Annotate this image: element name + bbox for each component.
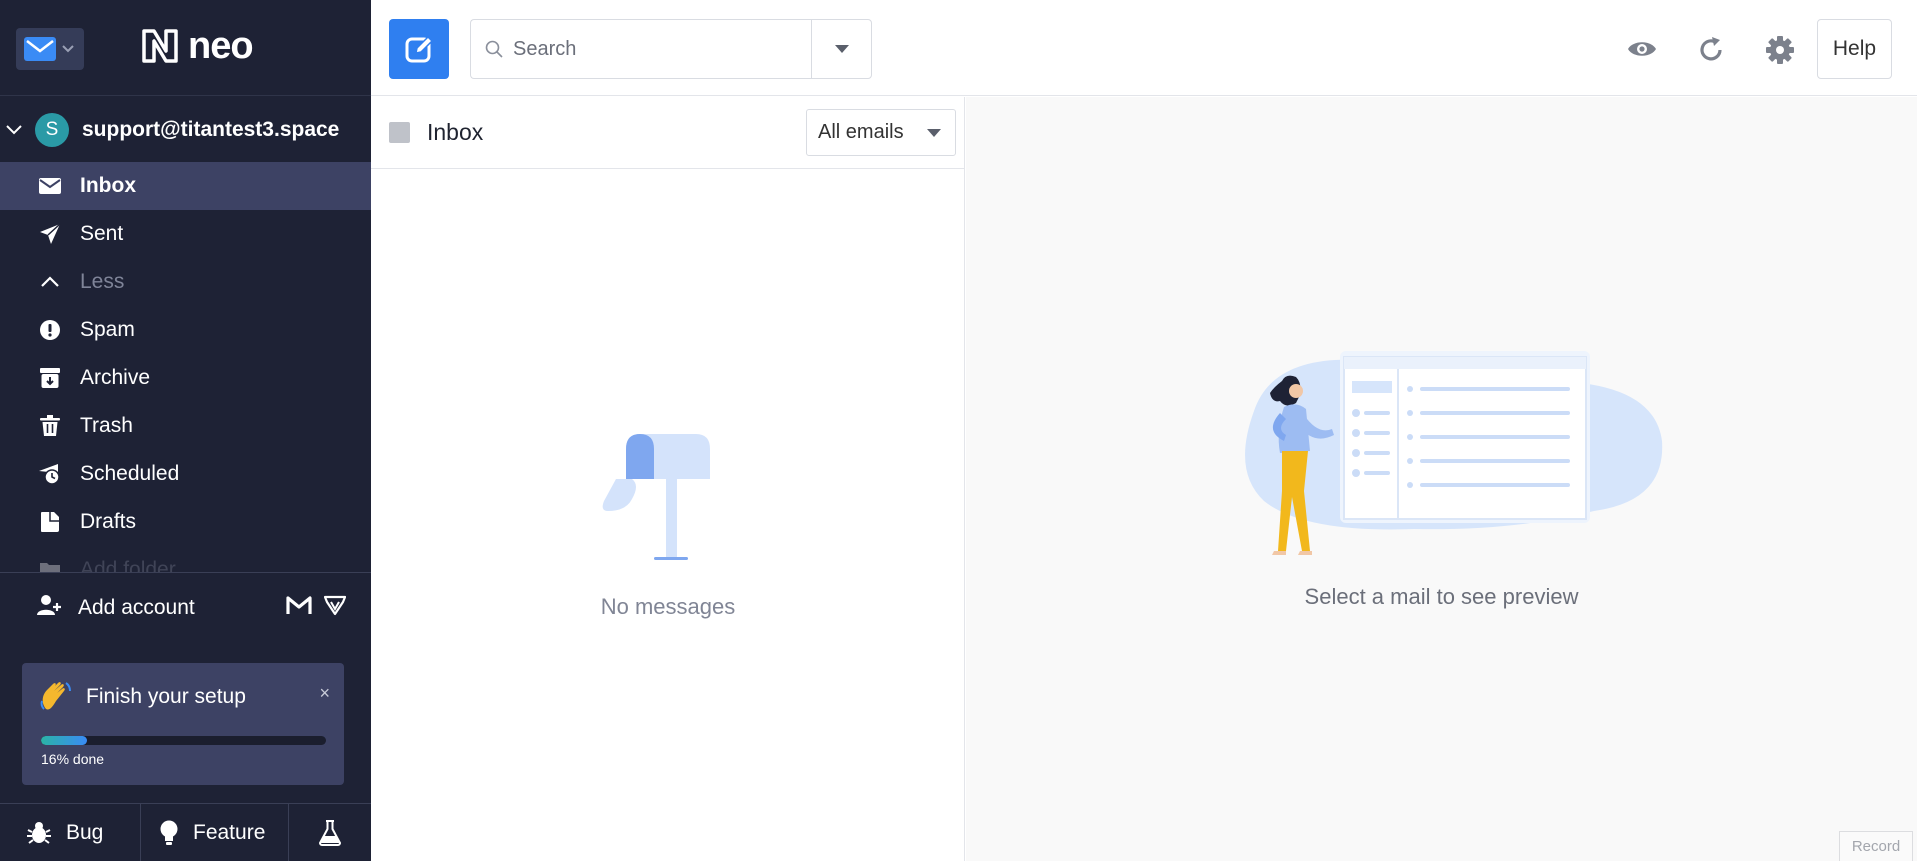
add-account-label: Add account xyxy=(78,596,195,619)
chevron-down-icon[interactable] xyxy=(6,125,22,135)
email-filter-select[interactable]: All emails xyxy=(806,109,956,156)
neo-logo: neo xyxy=(140,25,254,67)
report-bug-button[interactable]: Bug xyxy=(0,804,141,861)
archive-box-icon xyxy=(37,365,63,391)
folder-sent[interactable]: Sent xyxy=(0,210,371,258)
folder-label: Less xyxy=(80,270,125,293)
exclamation-circle-icon xyxy=(37,317,63,343)
sidebar-footer: Bug Feature xyxy=(0,803,371,861)
gear-icon[interactable] xyxy=(1765,35,1795,65)
setup-card[interactable]: Finish your setup × 16% done xyxy=(22,663,344,785)
feature-request-button[interactable]: Feature xyxy=(141,804,289,861)
flask-icon xyxy=(319,820,341,846)
setup-progress-label: 16% done xyxy=(41,751,105,767)
feature-label: Feature xyxy=(193,821,266,844)
envelope-icon xyxy=(37,173,63,199)
folder-scheduled[interactable]: Scheduled xyxy=(0,450,371,498)
add-account-button[interactable]: Add account xyxy=(0,586,371,630)
select-all-checkbox[interactable] xyxy=(389,122,410,143)
avatar: S xyxy=(35,113,69,147)
add-folder-icon xyxy=(37,557,63,572)
empty-mailbox-illustration xyxy=(602,434,710,560)
mail-app-icon xyxy=(24,37,56,61)
caret-down-icon xyxy=(927,129,941,137)
neo-logo-icon xyxy=(142,29,178,63)
search-options-dropdown[interactable] xyxy=(811,19,872,79)
search-box xyxy=(470,19,812,79)
folder-label: Trash xyxy=(80,414,133,437)
folder-label: Inbox xyxy=(80,174,136,197)
folder-label: Drafts xyxy=(80,510,137,533)
close-icon[interactable]: × xyxy=(319,683,330,704)
setup-progress-fill xyxy=(41,736,87,745)
bug-icon xyxy=(27,822,51,844)
folder-label: Scheduled xyxy=(80,462,180,485)
lightbulb-icon xyxy=(160,820,178,845)
gmail-icon[interactable] xyxy=(286,594,312,616)
folder-inbox[interactable]: Inbox xyxy=(0,162,371,210)
eye-icon[interactable] xyxy=(1627,38,1657,60)
paper-plane-icon xyxy=(37,221,63,247)
sidebar-header: neo xyxy=(0,0,371,96)
brand-name: neo xyxy=(188,25,254,67)
preview-pane: Select a mail to see preview Record xyxy=(966,97,1917,861)
folder-list: Inbox Sent Less Spam Archive Trash Sched… xyxy=(0,162,371,572)
add-user-icon xyxy=(37,594,61,622)
search-icon xyxy=(485,40,503,58)
setup-progress-bar xyxy=(41,736,326,745)
search-input[interactable] xyxy=(513,37,793,61)
trash-icon xyxy=(37,413,63,439)
caret-down-icon xyxy=(834,45,849,53)
preview-empty-message: Select a mail to see preview xyxy=(1304,584,1579,609)
folder-spam[interactable]: Spam xyxy=(0,306,371,354)
preview-placeholder-illustration xyxy=(1245,351,1663,555)
mail-list-header: Inbox All emails xyxy=(371,97,964,169)
waving-hand-icon xyxy=(40,682,71,710)
toolbar: Help xyxy=(371,0,1917,96)
compose-button[interactable] xyxy=(389,19,449,79)
app-switcher-button[interactable] xyxy=(16,28,84,70)
folder-drafts[interactable]: Drafts xyxy=(0,498,371,546)
outlook-icon[interactable] xyxy=(324,594,346,616)
folder-label: Spam xyxy=(80,318,135,341)
refresh-icon[interactable] xyxy=(1697,36,1725,64)
folder-trash[interactable]: Trash xyxy=(0,402,371,450)
mail-list-pane: Inbox All emails No messages xyxy=(371,97,965,861)
folder-label: Archive xyxy=(80,366,151,389)
sidebar: neo S support@titantest3.space Inbox Sen… xyxy=(0,0,371,861)
folder-less-toggle[interactable]: Less xyxy=(0,258,371,306)
draft-icon xyxy=(37,509,63,535)
labs-button[interactable] xyxy=(289,804,371,861)
folder-title: Inbox xyxy=(427,119,484,145)
empty-list-message: No messages xyxy=(600,594,736,619)
folder-label: Sent xyxy=(80,222,124,245)
filter-value: All emails xyxy=(818,121,904,143)
record-button[interactable]: Record xyxy=(1839,831,1913,861)
folder-label: Add folder xyxy=(80,558,176,572)
clock-icon xyxy=(37,461,63,487)
account-row[interactable]: S support@titantest3.space xyxy=(0,108,371,152)
compose-icon xyxy=(405,35,434,63)
help-button[interactable]: Help xyxy=(1817,19,1892,79)
chevron-up-icon xyxy=(37,269,63,295)
chevron-down-icon xyxy=(62,45,74,53)
sidebar-divider xyxy=(0,572,371,573)
setup-title: Finish your setup xyxy=(86,685,246,708)
folder-archive[interactable]: Archive xyxy=(0,354,371,402)
folder-add-folder[interactable]: Add folder xyxy=(0,546,371,572)
bug-label: Bug xyxy=(66,821,104,844)
account-email: support@titantest3.space xyxy=(82,118,340,141)
